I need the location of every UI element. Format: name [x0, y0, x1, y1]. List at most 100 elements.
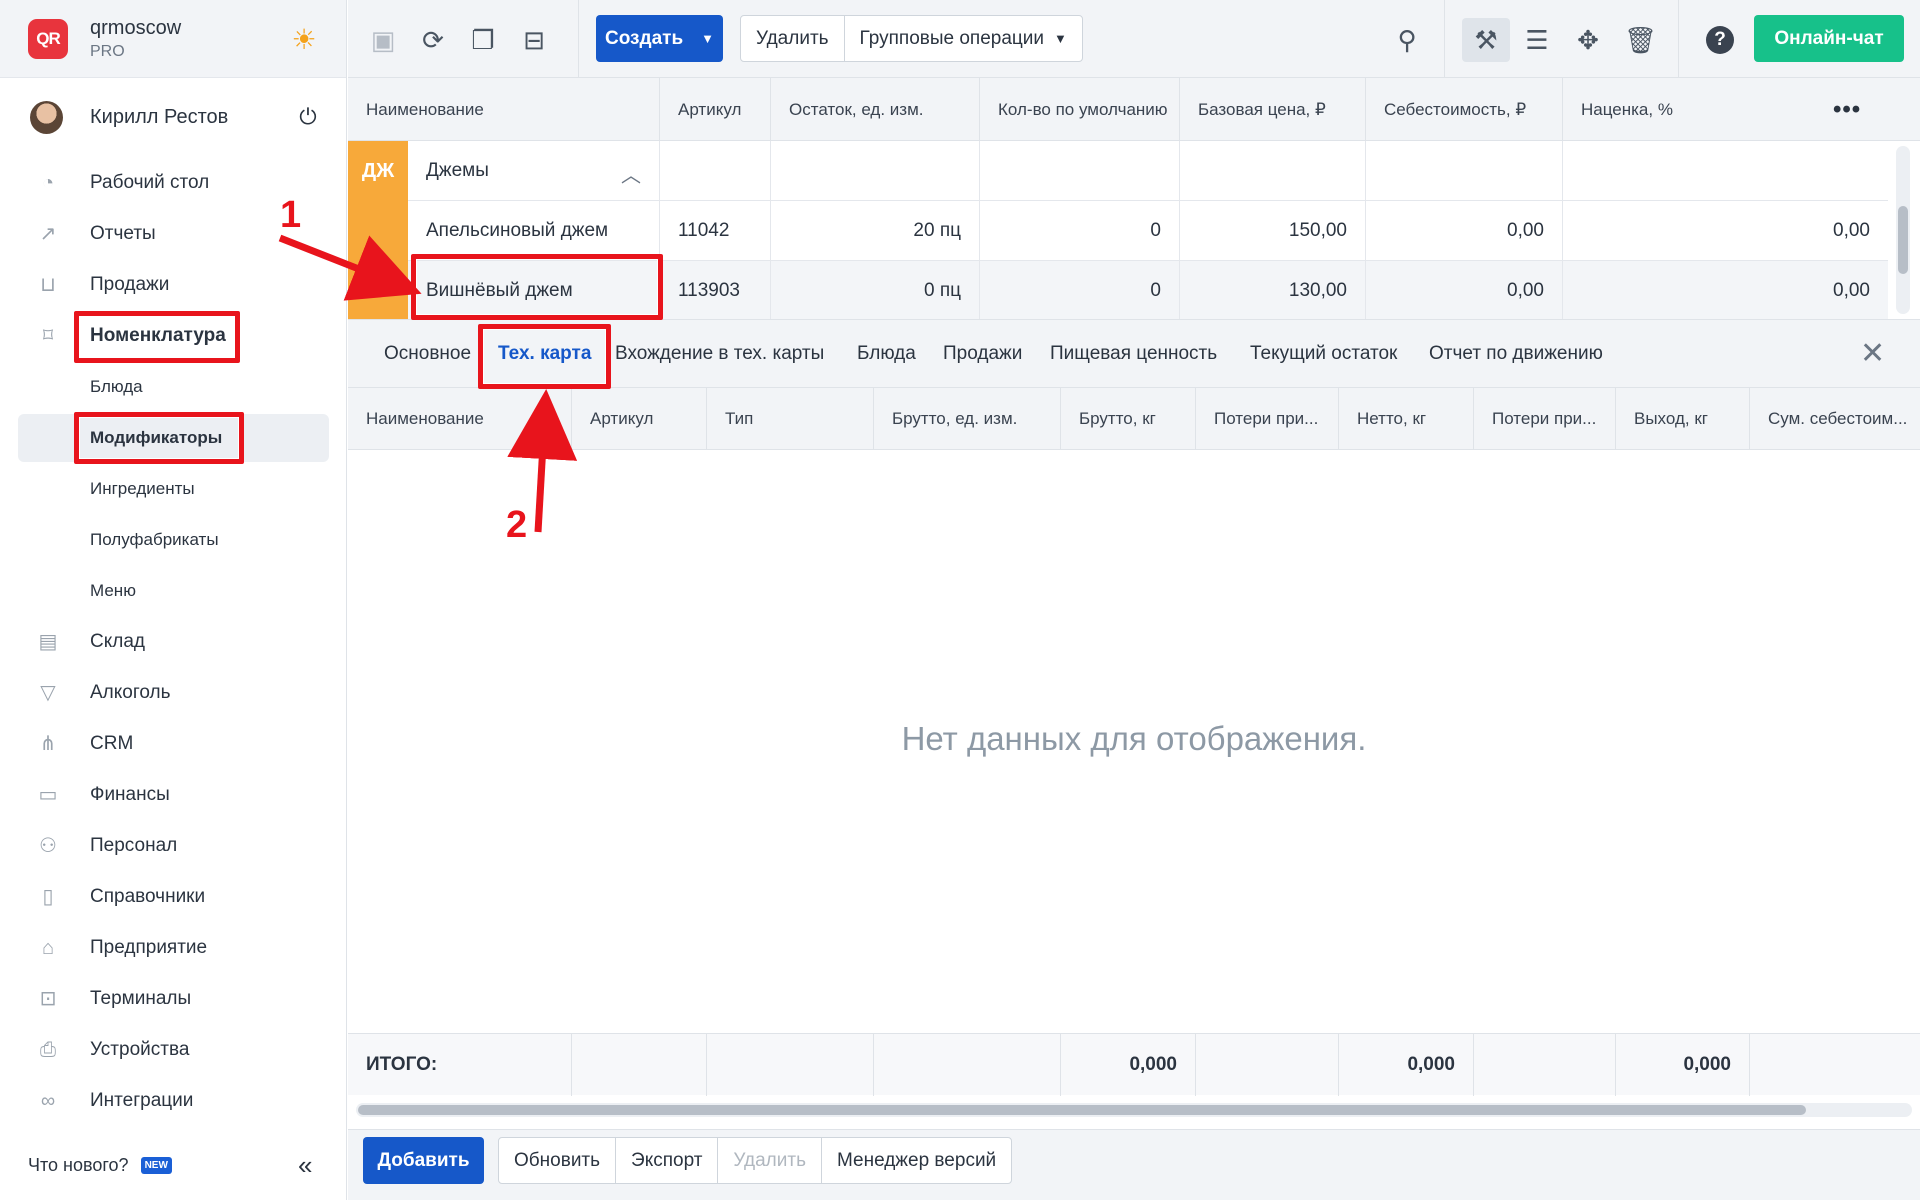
column-header-brutto-kg[interactable]: Брутто, кг	[1061, 388, 1196, 450]
column-header-netto-kg[interactable]: Нетто, кг	[1339, 388, 1474, 450]
export-button[interactable]: Экспорт	[615, 1138, 717, 1183]
nav-label: Справочники	[90, 886, 206, 907]
tab-nutrition[interactable]: Пищевая ценность	[1050, 320, 1217, 388]
nav-item-dishes[interactable]: Блюда	[0, 365, 347, 409]
nav-item-crm[interactable]: ⋔ CRM	[0, 722, 347, 766]
search-icon[interactable]: ⚲	[1392, 25, 1422, 55]
tech-card-header: Наименование Артикул Тип Брутто, ед. изм…	[348, 388, 1920, 450]
horizontal-scrollbar[interactable]	[356, 1103, 1912, 1117]
delete-button[interactable]: Удалить	[741, 16, 844, 61]
power-icon[interactable]: ⏻	[296, 105, 320, 129]
cell-markup[interactable]: 0,00	[1563, 261, 1888, 319]
nav-item-references[interactable]: ▯ Справочники	[0, 875, 347, 919]
user-name[interactable]: Кирилл Рестов	[90, 106, 228, 129]
column-header-sku[interactable]: Артикул	[660, 78, 771, 141]
scrollbar-thumb[interactable]	[1898, 206, 1908, 274]
column-header-brutto-unit[interactable]: Брутто, ед. изм.	[874, 388, 1061, 450]
column-header-output-kg[interactable]: Выход, кг	[1616, 388, 1750, 450]
version-manager-button[interactable]: Менеджер версий	[820, 1138, 1011, 1183]
nav-item-devices[interactable]: ⎙ Устройства	[0, 1028, 347, 1072]
people-icon: ⚇	[39, 835, 57, 857]
nav-label: Устройства	[90, 1039, 190, 1060]
cell-base-price[interactable]: 150,00	[1180, 201, 1366, 261]
tab-tech-card-usage[interactable]: Вхождение в тех. карты	[615, 320, 824, 388]
cell-cost[interactable]: 0,00	[1366, 261, 1563, 319]
table-cell	[1180, 141, 1366, 201]
cell-stock[interactable]: 0 пц	[771, 261, 980, 319]
nav-item-warehouse[interactable]: ▤ Склад	[0, 620, 347, 664]
move-icon[interactable]: ✥	[1573, 25, 1603, 55]
tab-main[interactable]: Основное	[384, 320, 471, 388]
column-header-total-cost[interactable]: Сум. себестоим...	[1750, 388, 1920, 450]
collapse-sidebar-icon[interactable]: «	[298, 1150, 312, 1181]
qr-logo-icon[interactable]: QR	[28, 18, 68, 59]
column-header-default-qty[interactable]: Кол-во по умолчанию	[980, 78, 1180, 141]
crm-icon: ⋔	[39, 733, 57, 755]
table-row[interactable]: Апельсиновый джем 11042 20 пц 0 150,00 0…	[348, 201, 1888, 261]
tab-movement-report[interactable]: Отчет по движению	[1429, 320, 1603, 388]
column-header-name[interactable]: Наименование	[348, 388, 572, 450]
trash-icon[interactable]: 🗑	[1624, 25, 1657, 55]
scrollbar-thumb[interactable]	[358, 1105, 1806, 1115]
brand-name[interactable]: qrmoscow	[90, 17, 181, 40]
tab-dishes[interactable]: Блюда	[857, 320, 916, 388]
brand-text: qrmoscow PRO	[90, 17, 181, 61]
refresh-icon[interactable]: ⟳	[418, 25, 448, 55]
nav-item-alcohol[interactable]: ▽ Алкоголь	[0, 671, 347, 715]
group-row[interactable]: Джемы ︿	[348, 141, 1888, 201]
highlight-selected-item	[411, 254, 663, 320]
nav-item-integrations[interactable]: ∞ Интеграции	[0, 1079, 347, 1123]
refresh-button[interactable]: Обновить	[499, 1138, 615, 1183]
whats-new-link[interactable]: Что нового?	[28, 1155, 129, 1176]
add-button[interactable]: Добавить	[363, 1137, 484, 1184]
new-badge: NEW	[140, 1156, 172, 1174]
cell-sku[interactable]: 11042	[660, 201, 771, 261]
list-icon[interactable]: ☰	[1522, 25, 1552, 55]
cell-default-qty[interactable]: 0	[980, 201, 1180, 261]
create-button[interactable]: Создать ▼	[596, 15, 723, 62]
column-header-name[interactable]: Наименование	[348, 78, 660, 141]
nav-item-sales[interactable]: ⊔ Продажи	[0, 263, 347, 307]
table-cell	[1563, 141, 1888, 201]
help-icon[interactable]: ?	[1706, 26, 1734, 54]
tab-sales[interactable]: Продажи	[943, 320, 1022, 388]
more-options-icon[interactable]: •••	[1833, 96, 1861, 124]
cell-stock[interactable]: 20 пц	[771, 201, 980, 261]
nav-item-terminals[interactable]: ⊡ Терминалы	[0, 977, 347, 1021]
column-header-type[interactable]: Тип	[707, 388, 874, 450]
cell-markup[interactable]: 0,00	[1563, 201, 1888, 261]
column-header-stock[interactable]: Остаток, ед. изм.	[771, 78, 980, 141]
column-header-loss-cleaning[interactable]: Потери при...	[1196, 388, 1339, 450]
group-operations-button[interactable]: Групповые операции ▼	[843, 16, 1082, 61]
nav-label: Алкоголь	[90, 682, 171, 703]
online-chat-button[interactable]: Онлайн-чат	[1754, 15, 1904, 62]
sun-icon[interactable]: ☀	[290, 26, 318, 54]
brand-plan: PRO	[90, 42, 125, 60]
tools-icon[interactable]: ⚒	[1471, 25, 1501, 55]
nav-item-ingredients[interactable]: Ингредиенты	[0, 467, 347, 511]
cell-default-qty[interactable]: 0	[980, 261, 1180, 319]
close-icon[interactable]: ✕	[1860, 339, 1885, 369]
inbox-icon[interactable]: ⊟	[519, 25, 549, 55]
column-header-cost[interactable]: Себестоимость, ₽	[1366, 78, 1563, 141]
column-header-base-price[interactable]: Базовая цена, ₽	[1180, 78, 1366, 141]
avatar[interactable]	[30, 100, 63, 134]
nav-item-semifinished[interactable]: Полуфабрикаты	[0, 518, 347, 562]
chevron-up-icon[interactable]: ︿	[621, 159, 641, 188]
copy-icon[interactable]: ❐	[468, 25, 498, 55]
nav-item-finance[interactable]: ▭ Финансы	[0, 773, 347, 817]
column-header-sku[interactable]: Артикул	[572, 388, 707, 450]
vertical-scrollbar[interactable]	[1896, 146, 1910, 314]
cell-cost[interactable]: 0,00	[1366, 201, 1563, 261]
nav-item-enterprise[interactable]: ⌂ Предприятие	[0, 926, 347, 970]
tab-current-stock[interactable]: Текущий остаток	[1250, 320, 1397, 388]
column-header-loss-cooking[interactable]: Потери при...	[1474, 388, 1616, 450]
totals-row: ИТОГО: 0,000 0,000 0,000	[348, 1033, 1920, 1096]
cell-base-price[interactable]: 130,00	[1180, 261, 1366, 319]
cell-sku[interactable]: 113903	[660, 261, 771, 319]
nav-item-menu[interactable]: Меню	[0, 569, 347, 613]
nav-item-staff[interactable]: ⚇ Персонал	[0, 824, 347, 868]
table-cell	[1474, 1034, 1616, 1096]
save-icon[interactable]: ▣	[368, 25, 398, 55]
cell-name[interactable]: Апельсиновый джем	[408, 201, 660, 261]
